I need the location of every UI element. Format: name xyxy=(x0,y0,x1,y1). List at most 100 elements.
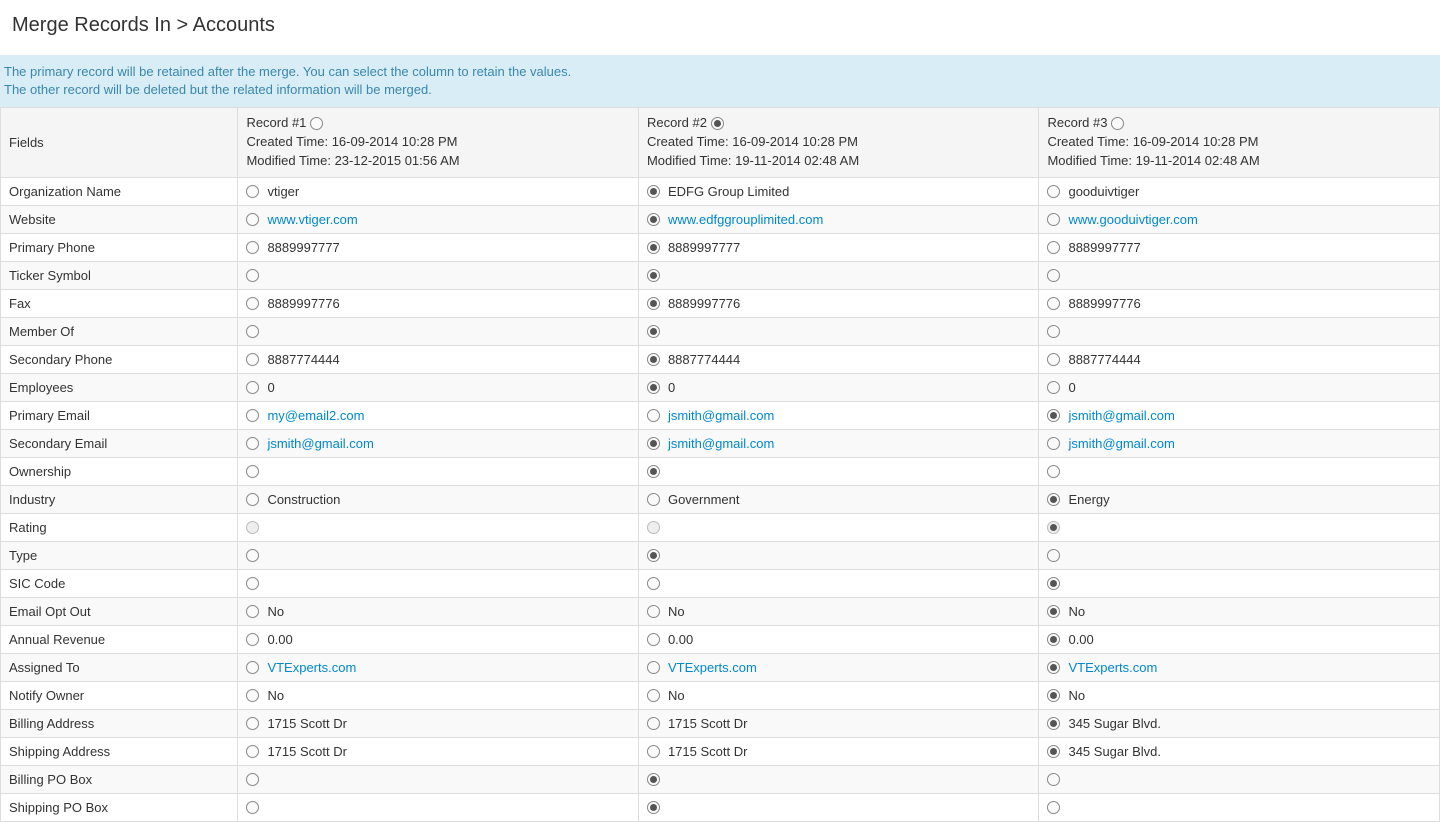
field-value-link[interactable]: jsmith@gmail.com xyxy=(267,436,630,451)
field-value-radio[interactable] xyxy=(647,493,660,506)
field-value-radio[interactable] xyxy=(246,661,259,674)
field-value-radio[interactable] xyxy=(246,325,259,338)
field-value-radio[interactable] xyxy=(246,689,259,702)
field-value-radio[interactable] xyxy=(246,577,259,590)
field-value-radio[interactable] xyxy=(1047,465,1060,478)
field-value-link[interactable]: VTExperts.com xyxy=(1068,660,1431,675)
merge-value-cell: 8887774444 xyxy=(638,345,1039,373)
table-row: Email Opt OutNoNoNo xyxy=(1,597,1440,625)
merge-value-cell xyxy=(238,541,639,569)
field-value-radio[interactable] xyxy=(1047,297,1060,310)
field-value-radio[interactable] xyxy=(246,409,259,422)
field-value-radio[interactable] xyxy=(246,353,259,366)
field-value-link[interactable]: VTExperts.com xyxy=(267,660,630,675)
field-value-link[interactable]: my@email2.com xyxy=(267,408,630,423)
field-value-radio[interactable] xyxy=(647,717,660,730)
field-value-radio[interactable] xyxy=(1047,381,1060,394)
merge-value-cell xyxy=(638,569,1039,597)
field-value-radio[interactable] xyxy=(647,801,660,814)
field-label: Ownership xyxy=(1,457,238,485)
field-value-link[interactable]: jsmith@gmail.com xyxy=(1068,408,1431,423)
field-value-radio[interactable] xyxy=(246,605,259,618)
field-value-radio[interactable] xyxy=(246,185,259,198)
field-value-radio[interactable] xyxy=(246,269,259,282)
field-value-radio[interactable] xyxy=(246,493,259,506)
field-value-radio[interactable] xyxy=(647,213,660,226)
field-value-radio[interactable] xyxy=(1047,269,1060,282)
merge-value-cell: 8889997776 xyxy=(1039,289,1440,317)
primary-record-radio[interactable] xyxy=(1111,117,1124,130)
field-value-radio[interactable] xyxy=(1047,801,1060,814)
field-value-link[interactable]: jsmith@gmail.com xyxy=(668,436,1031,451)
field-value-radio[interactable] xyxy=(647,381,660,394)
field-value-radio[interactable] xyxy=(1047,353,1060,366)
field-value-link[interactable]: www.edfggrouplimited.com xyxy=(668,212,1031,227)
field-value-radio[interactable] xyxy=(647,437,660,450)
field-value-radio[interactable] xyxy=(647,325,660,338)
field-value-radio[interactable] xyxy=(1047,493,1060,506)
field-value-radio[interactable] xyxy=(246,381,259,394)
field-value-radio[interactable] xyxy=(647,577,660,590)
field-value-radio[interactable] xyxy=(1047,745,1060,758)
field-value-link[interactable]: www.gooduivtiger.com xyxy=(1068,212,1431,227)
field-value-link[interactable]: jsmith@gmail.com xyxy=(1068,436,1431,451)
field-value-radio[interactable] xyxy=(1047,689,1060,702)
merge-value-cell: jsmith@gmail.com xyxy=(638,401,1039,429)
field-value-radio[interactable] xyxy=(246,633,259,646)
field-value-text: No xyxy=(267,688,630,703)
merge-value-cell xyxy=(1039,261,1440,289)
field-value-radio[interactable] xyxy=(647,633,660,646)
field-value-radio[interactable] xyxy=(647,185,660,198)
field-value-radio[interactable] xyxy=(246,717,259,730)
field-value-radio[interactable] xyxy=(1047,549,1060,562)
field-value-radio[interactable] xyxy=(647,241,660,254)
field-value-radio[interactable] xyxy=(647,409,660,422)
primary-record-radio[interactable] xyxy=(310,117,323,130)
field-value-radio[interactable] xyxy=(647,689,660,702)
field-value-radio[interactable] xyxy=(1047,605,1060,618)
field-value-radio[interactable] xyxy=(1047,241,1060,254)
field-value-radio[interactable] xyxy=(246,801,259,814)
column-header-record-3: Record #3Created Time: 16-09-2014 10:28 … xyxy=(1039,108,1440,178)
field-value-radio[interactable] xyxy=(1047,325,1060,338)
field-value-radio[interactable] xyxy=(246,241,259,254)
field-value-radio[interactable] xyxy=(647,745,660,758)
field-value-radio[interactable] xyxy=(647,773,660,786)
field-value-radio[interactable] xyxy=(1047,773,1060,786)
field-label: Industry xyxy=(1,485,238,513)
field-value-text: 0.00 xyxy=(668,632,1031,647)
field-value-radio[interactable] xyxy=(1047,213,1060,226)
field-value-radio[interactable] xyxy=(1047,185,1060,198)
field-value-radio[interactable] xyxy=(647,353,660,366)
record-created-time: Created Time: 16-09-2014 10:28 PM xyxy=(647,133,1031,152)
field-value-radio[interactable] xyxy=(246,437,259,450)
field-value-radio[interactable] xyxy=(246,297,259,310)
field-value-radio[interactable] xyxy=(647,661,660,674)
field-value-radio[interactable] xyxy=(246,745,259,758)
field-value-link[interactable]: www.vtiger.com xyxy=(267,212,630,227)
field-value-radio[interactable] xyxy=(246,465,259,478)
field-value-radio[interactable] xyxy=(647,465,660,478)
field-label: Website xyxy=(1,205,238,233)
field-value-radio[interactable] xyxy=(1047,633,1060,646)
field-value-link[interactable]: jsmith@gmail.com xyxy=(668,408,1031,423)
field-value-radio[interactable] xyxy=(647,549,660,562)
table-row: Website www.vtiger.com www.edfggrouplimite… xyxy=(1,205,1440,233)
primary-record-radio[interactable] xyxy=(711,117,724,130)
field-value-radio[interactable] xyxy=(647,605,660,618)
field-label: Organization Name xyxy=(1,177,238,205)
field-value-radio[interactable] xyxy=(647,297,660,310)
field-value-radio[interactable] xyxy=(1047,409,1060,422)
field-value-link[interactable]: VTExperts.com xyxy=(668,660,1031,675)
field-value-radio[interactable] xyxy=(246,213,259,226)
field-value-radio[interactable] xyxy=(1047,437,1060,450)
field-value-radio[interactable] xyxy=(246,549,259,562)
field-value-radio xyxy=(1047,521,1060,534)
field-value-radio[interactable] xyxy=(1047,577,1060,590)
field-label: Ticker Symbol xyxy=(1,261,238,289)
field-value-radio[interactable] xyxy=(647,269,660,282)
field-value-radio[interactable] xyxy=(1047,661,1060,674)
field-value-radio[interactable] xyxy=(1047,717,1060,730)
merge-value-cell: 0.00 xyxy=(1039,625,1440,653)
field-value-radio[interactable] xyxy=(246,773,259,786)
